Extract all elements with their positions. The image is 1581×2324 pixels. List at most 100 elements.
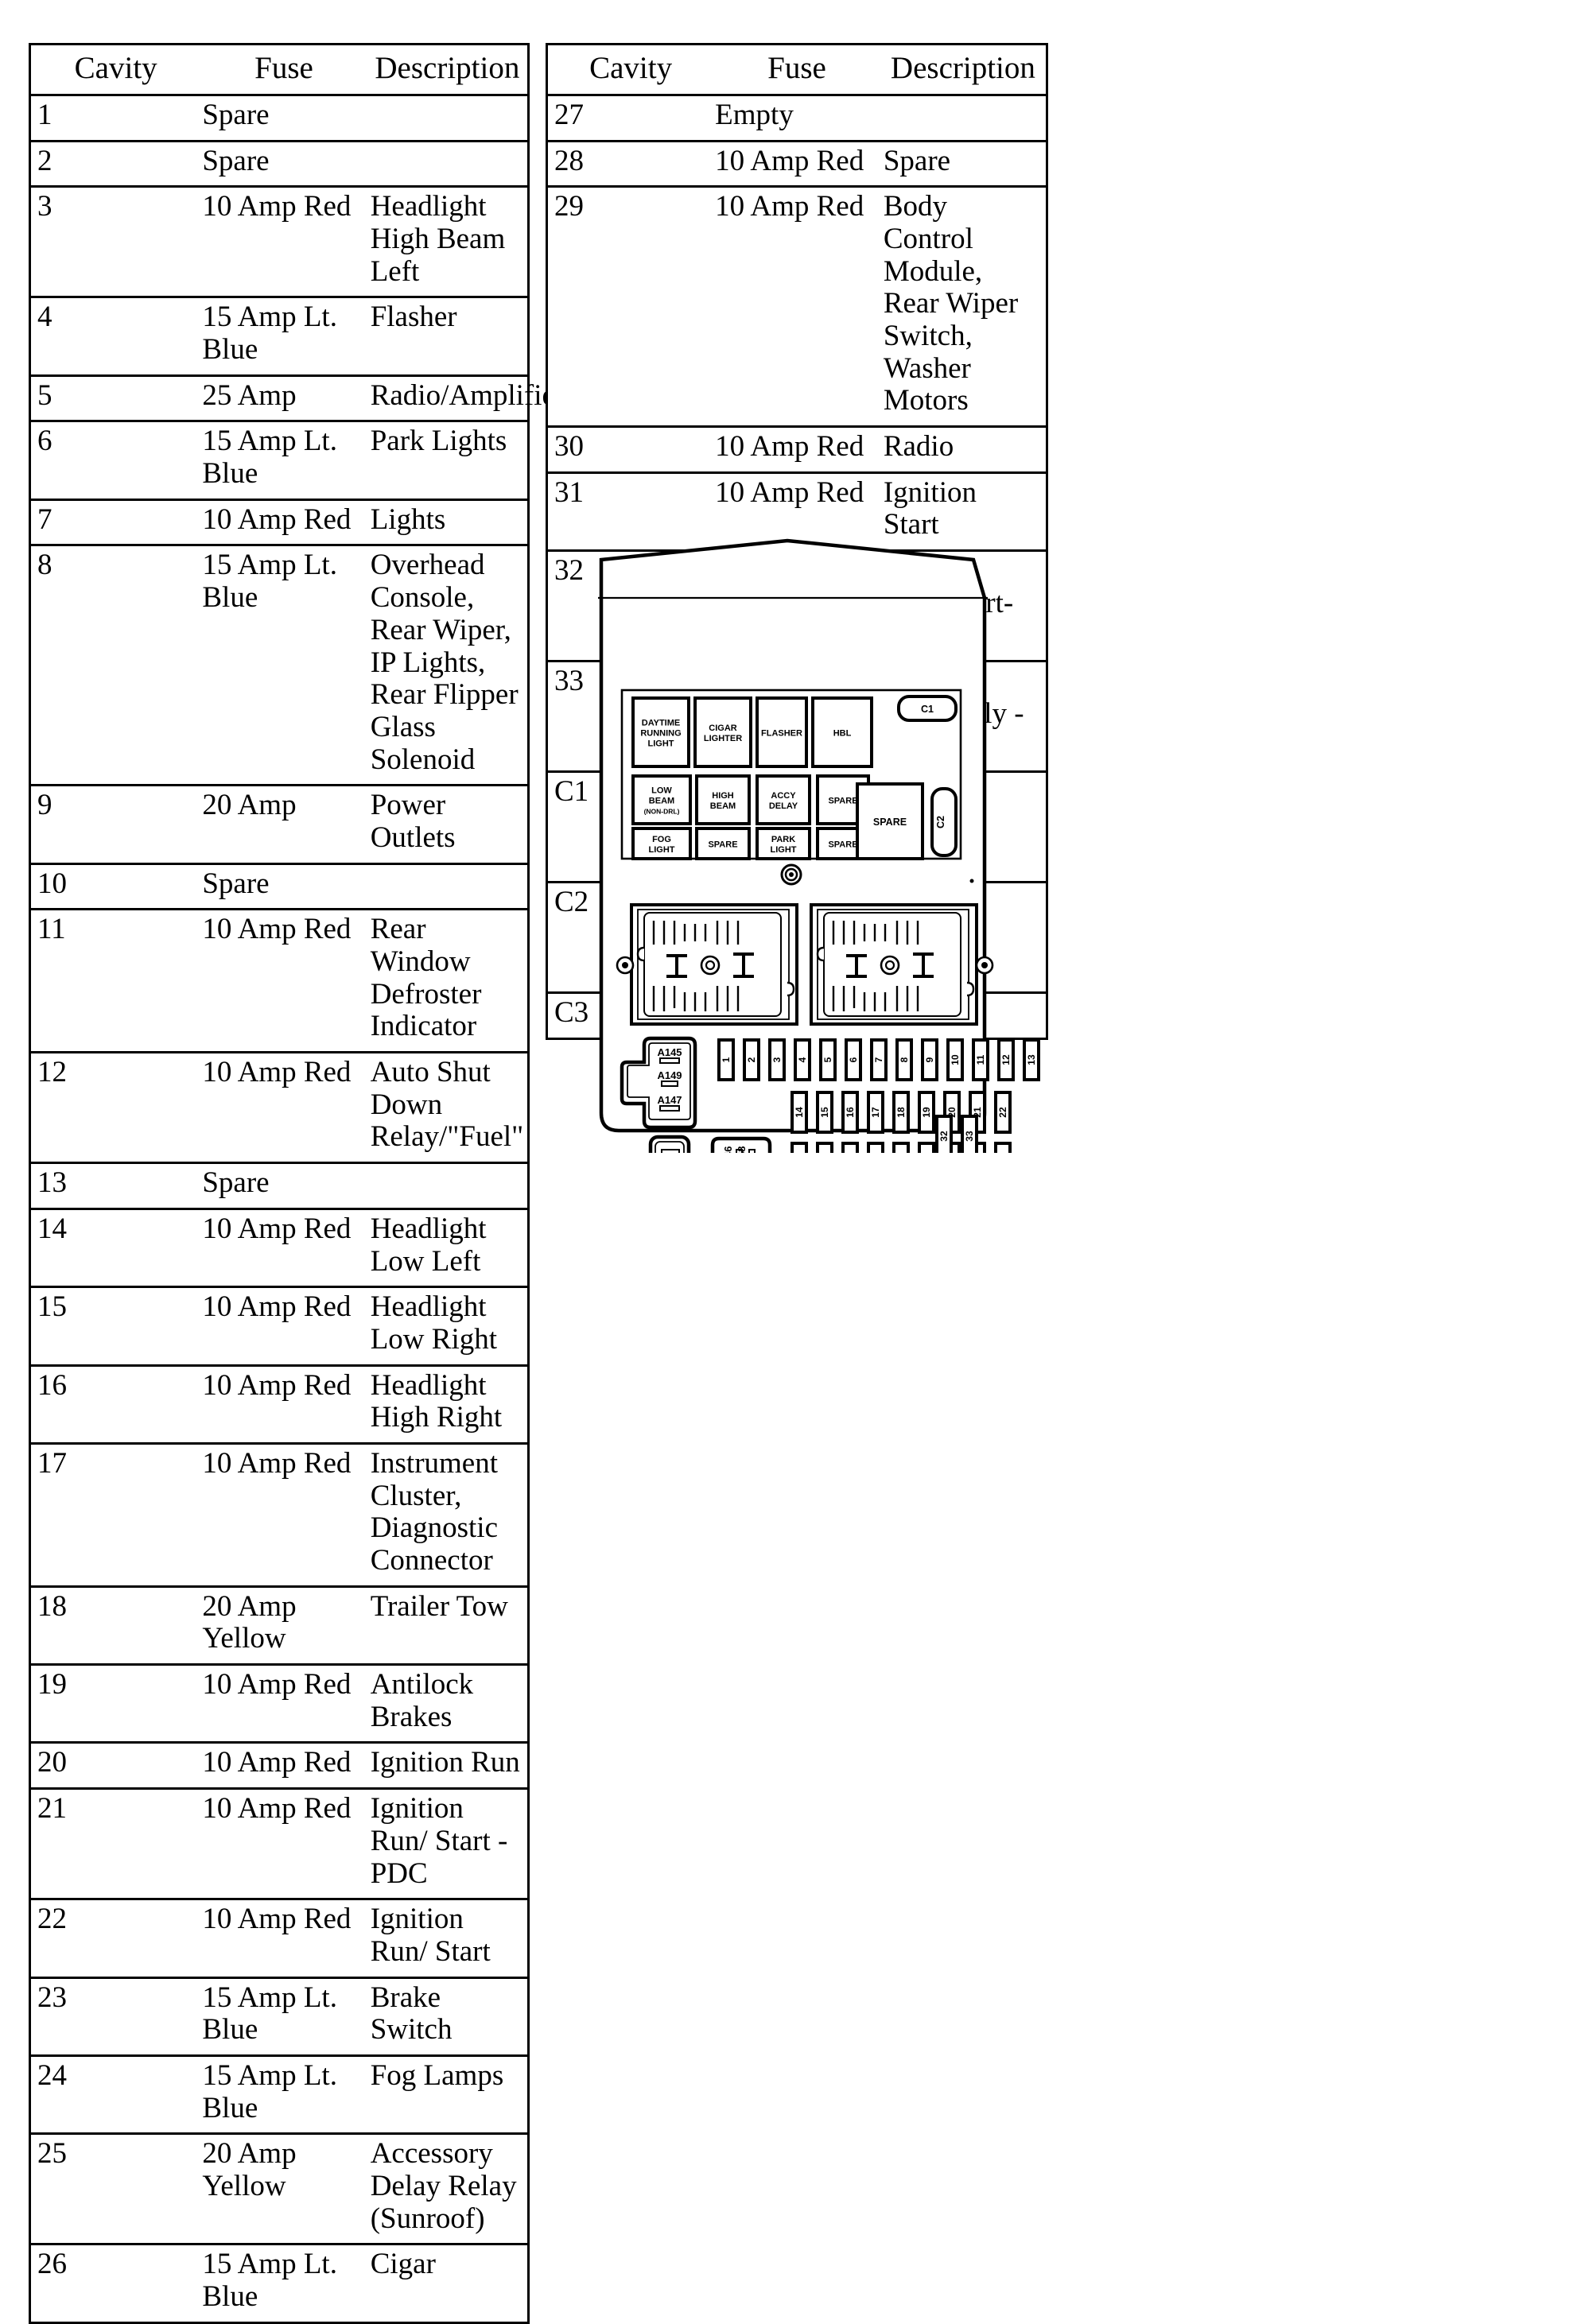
table-row: 3 10 Amp Red Headlight High Beam Left bbox=[29, 185, 529, 299]
relay-label-cigar-lighter: CIGAR bbox=[709, 724, 737, 733]
fuse-slot-number: 14 bbox=[794, 1107, 805, 1118]
cell-fuse: 10 Amp Red bbox=[200, 1787, 367, 1901]
cell-cavity: 22 bbox=[29, 1898, 201, 1979]
relay-label-high-beam: HIGH bbox=[712, 791, 734, 801]
table-row: 1 Spare bbox=[29, 93, 529, 142]
cell-fuse: 10 Amp Red bbox=[200, 1441, 367, 1588]
cell-fuse: Empty bbox=[713, 93, 880, 142]
table-row: 14 10 Amp Red Headlight Low Left bbox=[29, 1207, 529, 1289]
fuse-slot-1: 1 bbox=[717, 1038, 735, 1081]
panel-dot-right bbox=[969, 879, 974, 883]
cell-fuse: 15 Amp Lt. Blue bbox=[200, 2243, 367, 2324]
fuse-slot-14: 14 bbox=[790, 1091, 808, 1134]
table-row: 8 15 Amp Lt. Blue Overhead Console, Rear W… bbox=[29, 544, 529, 787]
cell-fuse: 25 Amp bbox=[200, 374, 367, 423]
ground-screw-boss bbox=[780, 863, 802, 886]
header-cavity: Cavity bbox=[546, 44, 714, 96]
table-row: 5 25 Amp Radio/Amplifier bbox=[29, 374, 565, 423]
cell-cavity: 6 bbox=[29, 420, 201, 501]
relay-label-cigar-lighter: LIGHTER bbox=[704, 734, 742, 743]
cell-cavity: 16 bbox=[29, 1364, 201, 1445]
table-row: 6 15 Amp Lt. Blue Park Lights bbox=[29, 420, 529, 501]
cell-cavity: 26 bbox=[29, 2243, 201, 2324]
relay-label-park-light: LIGHT bbox=[771, 845, 797, 855]
cell-fuse: 20 Amp Yellow bbox=[200, 1585, 367, 1666]
relay-label-flasher: FLASHER bbox=[761, 729, 802, 739]
fuse-slot-number: 6 bbox=[848, 1057, 859, 1062]
fuse-slot-number: 22 bbox=[997, 1107, 1008, 1118]
cell-cavity: 21 bbox=[29, 1787, 201, 1901]
fuse-slot-26: 26 bbox=[867, 1142, 884, 1153]
cell-fuse: 15 Amp Lt. Blue bbox=[200, 296, 367, 377]
cell-fuse: 10 Amp Red bbox=[200, 1741, 367, 1791]
breaker-c1-label: C1 bbox=[921, 704, 934, 715]
table-row: 30 10 Amp Red Radio bbox=[546, 425, 1047, 474]
fuse-slot-9: 9 bbox=[921, 1038, 938, 1081]
fuse-slot-number: 5 bbox=[822, 1057, 833, 1062]
table-row: 27 Empty bbox=[546, 93, 1047, 142]
fuse-slot-number: 15 bbox=[819, 1107, 830, 1118]
relay-label-fog-light: FOG bbox=[652, 835, 671, 844]
cell-description: Brake Switch bbox=[367, 1976, 529, 2057]
relay-label-spare-r3a: SPARE bbox=[708, 840, 737, 850]
cell-cavity: 7 bbox=[29, 498, 201, 547]
relay-label-high-beam: BEAM bbox=[710, 801, 736, 811]
fuse-slot-2: 2 bbox=[743, 1038, 760, 1081]
fuse-slot-number: 9 bbox=[924, 1057, 935, 1062]
fuse-slot-22: 22 bbox=[994, 1091, 1012, 1134]
fuse-slot-23: 23 bbox=[790, 1142, 808, 1153]
cell-cavity: 25 bbox=[29, 2132, 201, 2246]
table-header-row: Cavity Fuse Description bbox=[29, 44, 529, 96]
cell-cavity: 5 bbox=[29, 374, 201, 423]
table-row: 28 10 Amp Red Spare bbox=[546, 139, 1047, 188]
relay-label-low-beam: BEAM bbox=[649, 797, 674, 806]
connector-label-a146: A146 bbox=[722, 1146, 734, 1153]
cell-description bbox=[367, 1162, 529, 1210]
header-description: Description bbox=[367, 44, 529, 96]
fuse-box-diagram: DAYTIME RUNNING LIGHT CIGAR LIGHTER FLASHER HB… bbox=[549, 525, 1042, 1153]
cell-cavity: 28 bbox=[546, 139, 714, 188]
cell-description: Power Outlets bbox=[367, 784, 529, 865]
fuse-slot-12: 12 bbox=[997, 1038, 1015, 1081]
fuse-slot-number: 2 bbox=[746, 1057, 757, 1062]
cell-fuse: 10 Amp Red bbox=[200, 1364, 367, 1445]
relay-high-beam: HIGHBEAM bbox=[695, 774, 751, 825]
cell-description bbox=[880, 93, 1047, 142]
cell-fuse: 20 Amp bbox=[200, 784, 367, 865]
cell-fuse: 10 Amp Red bbox=[200, 1207, 367, 1289]
cell-description: Accessory Delay Relay (Sunroof) bbox=[367, 2132, 529, 2246]
cell-cavity: 9 bbox=[29, 784, 201, 865]
relay-label-fog-light: LIGHT bbox=[649, 845, 675, 855]
table-row: 18 20 Amp Yellow Trailer Tow bbox=[29, 1585, 529, 1666]
cell-description: Spare bbox=[880, 139, 1047, 188]
cell-description: Auto Shut Down Relay/"Fuel" bbox=[367, 1051, 529, 1165]
cell-cavity: 29 bbox=[546, 185, 714, 429]
fuse-slot-number: 12 bbox=[1000, 1054, 1012, 1065]
fuse-slot-31: 31 bbox=[994, 1142, 1012, 1153]
connector-label-a148: A148 bbox=[736, 1146, 748, 1153]
fuse-slot-number: 7 bbox=[873, 1057, 884, 1062]
connector-label-a147: A147 bbox=[657, 1094, 682, 1106]
cell-fuse: 15 Amp Lt. Blue bbox=[200, 544, 367, 787]
fuse-slot-number: 18 bbox=[895, 1107, 907, 1118]
cell-fuse: 10 Amp Red bbox=[200, 1051, 367, 1165]
cell-cavity: 11 bbox=[29, 908, 201, 1054]
cell-cavity: 17 bbox=[29, 1441, 201, 1588]
fuse-slot-8: 8 bbox=[895, 1038, 913, 1081]
cell-cavity: 10 bbox=[29, 862, 201, 911]
connector-block-a146: A146 A148 bbox=[710, 1136, 772, 1153]
cell-cavity: 24 bbox=[29, 2054, 201, 2136]
relay-label-hbl: HBL bbox=[833, 729, 852, 739]
fuse-slot-15: 15 bbox=[816, 1091, 833, 1134]
fuse-slot-33: 33 bbox=[961, 1115, 978, 1153]
header-fuse: Fuse bbox=[200, 44, 367, 96]
cell-description: Cigar bbox=[367, 2243, 529, 2324]
fuse-slot-25: 25 bbox=[841, 1142, 859, 1153]
relay-label-accy-delay: ACCY bbox=[771, 791, 796, 801]
cell-cavity: 1 bbox=[29, 93, 201, 142]
relay-sublabel-low-beam: (NON-DRL) bbox=[644, 808, 680, 816]
table-row: 4 15 Amp Lt. Blue Flasher bbox=[29, 296, 529, 377]
fuse-slot-10: 10 bbox=[946, 1038, 964, 1081]
cell-cavity: 18 bbox=[29, 1585, 201, 1666]
cell-description: Ignition Run/ Start - PDC bbox=[367, 1787, 529, 1901]
